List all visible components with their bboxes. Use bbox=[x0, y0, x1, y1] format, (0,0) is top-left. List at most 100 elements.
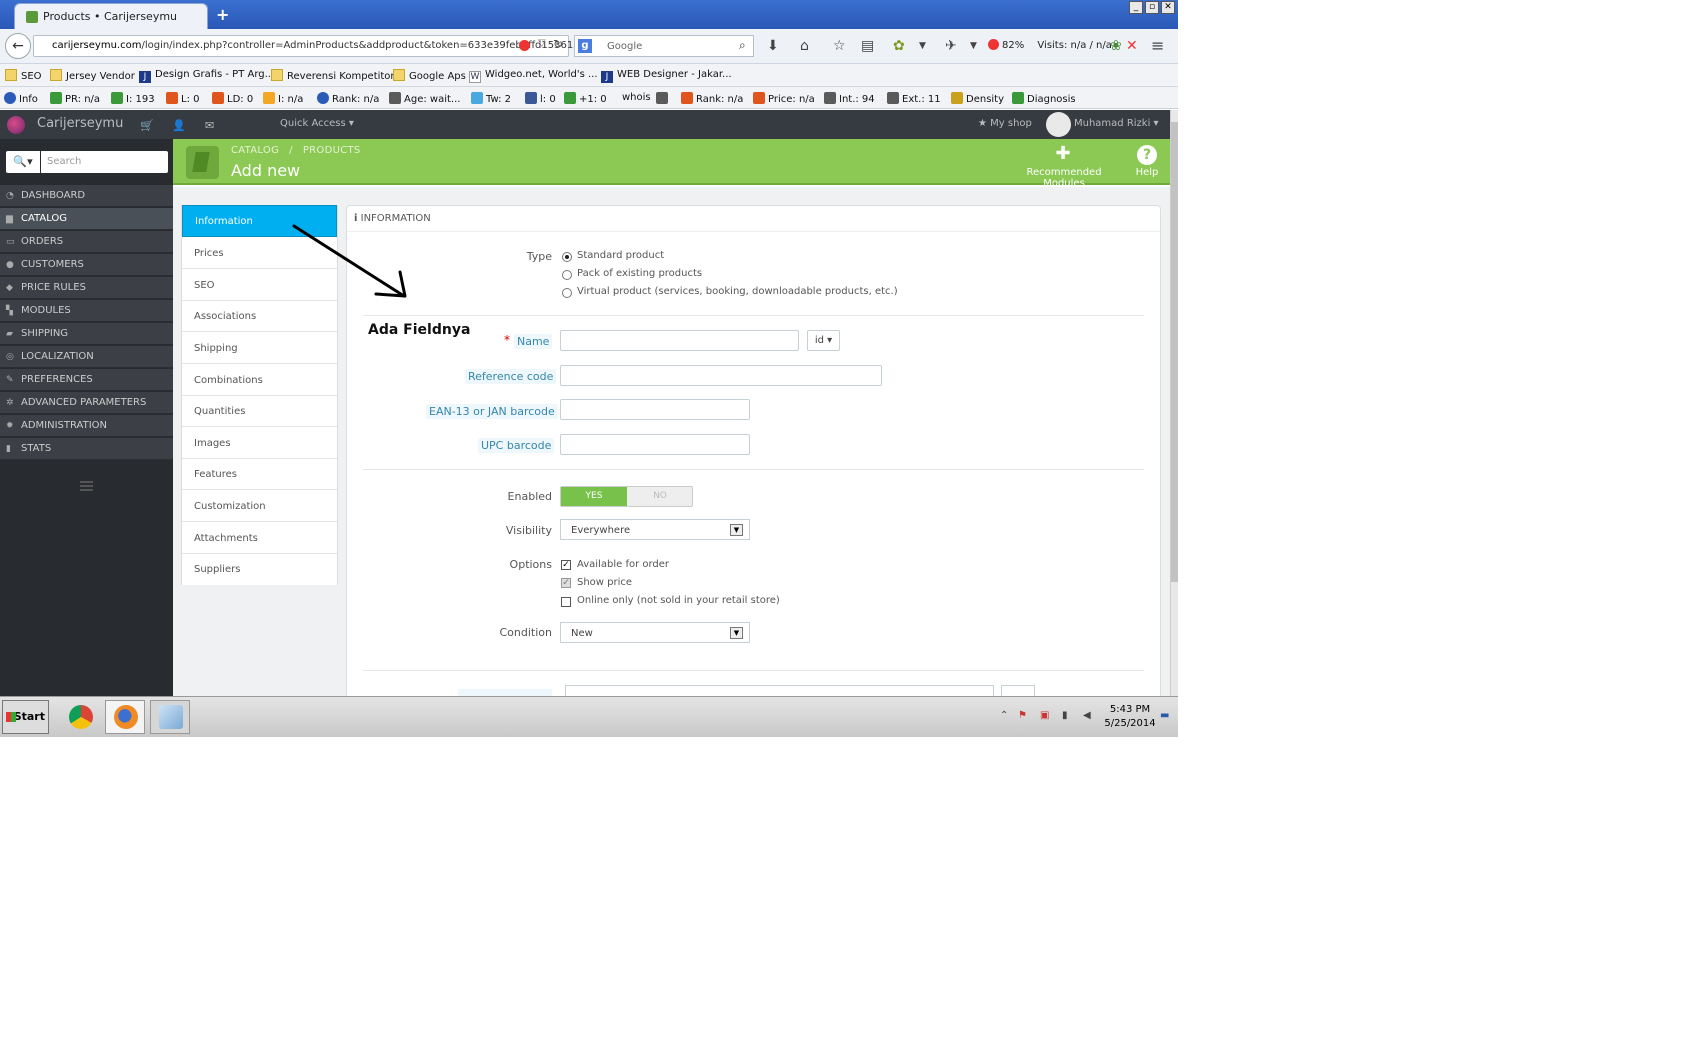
condition-select[interactable]: New ▼ bbox=[560, 622, 750, 643]
sidebar-item-catalog[interactable]: ▆ CATALOG bbox=[0, 208, 173, 230]
language-dropdown[interactable] bbox=[1001, 685, 1035, 696]
start-button[interactable]: Start bbox=[2, 700, 49, 734]
security-icon[interactable]: ▣ bbox=[1040, 710, 1052, 722]
breadcrumb-products[interactable]: PRODUCTS bbox=[303, 145, 361, 156]
radio-standard-product[interactable] bbox=[562, 252, 572, 262]
enabled-no[interactable]: NO bbox=[627, 487, 693, 506]
my-shop-link[interactable]: ★ My shop bbox=[978, 118, 1032, 129]
addon-gear-icon[interactable]: ✿ bbox=[893, 38, 905, 54]
tab-features[interactable]: Features bbox=[182, 459, 337, 490]
browser-tab[interactable]: Products • Carijerseymu bbox=[14, 3, 208, 29]
sidebar-item-customers[interactable]: ● CUSTOMERS bbox=[0, 254, 173, 276]
seo-item[interactable]: PR: n/a bbox=[50, 92, 100, 105]
reference-code-input[interactable] bbox=[560, 365, 882, 386]
addon-leaf-icon[interactable]: ❀ bbox=[1110, 38, 1122, 54]
seo-item[interactable]: Diagnosis bbox=[1012, 92, 1076, 105]
tab-combinations[interactable]: Combinations bbox=[182, 365, 337, 396]
bookmark-item[interactable]: W Widgeo.net, World's ... bbox=[469, 69, 598, 83]
addon-bird-icon[interactable]: ✈ bbox=[945, 38, 957, 54]
reload-icon[interactable]: ↻ bbox=[553, 37, 563, 51]
sidebar-item-shipping[interactable]: ▰ SHIPPING bbox=[0, 323, 173, 345]
back-arrow-icon[interactable]: ← bbox=[5, 33, 31, 59]
enabled-yes[interactable]: YES bbox=[561, 487, 627, 506]
breadcrumb-catalog[interactable]: CATALOG bbox=[231, 145, 279, 156]
tab-quantities[interactable]: Quantities bbox=[182, 396, 337, 427]
maximize-icon[interactable]: ▫ bbox=[1145, 1, 1159, 14]
magnifier-icon[interactable]: ⌕ bbox=[739, 38, 746, 53]
taskbar-chrome[interactable] bbox=[60, 700, 100, 734]
new-tab-button[interactable]: + bbox=[216, 5, 229, 24]
seo-item[interactable]: L: 0 bbox=[166, 92, 199, 105]
available-for-order-checkbox[interactable]: ✓ bbox=[561, 560, 571, 570]
envelope-icon[interactable]: ✉ bbox=[205, 119, 214, 132]
language-dropdown[interactable]: id ▾ bbox=[807, 330, 840, 351]
bookmark-item[interactable]: Google Aps bbox=[393, 69, 466, 82]
seo-item[interactable]: Age: wait... bbox=[389, 92, 460, 105]
search-type-dropdown[interactable]: 🔍▾ bbox=[6, 151, 40, 173]
bookmark-item[interactable]: J WEB Designer - Jakar... bbox=[601, 69, 732, 83]
web-search-box[interactable]: g Google ⌕ bbox=[574, 35, 754, 57]
tab-attachments[interactable]: Attachments bbox=[182, 523, 337, 554]
bookmark-item[interactable]: J Design Grafis - PT Arg... bbox=[139, 69, 274, 83]
sidebar-item-localization[interactable]: ◎ LOCALIZATION bbox=[0, 346, 173, 368]
sidebar-item-dashboard[interactable]: ◔ DASHBOARD bbox=[0, 185, 173, 207]
sidebar-item-stats[interactable]: ▮ STATS bbox=[0, 438, 173, 460]
bookmark-item[interactable]: Reverensi Kompetitor bbox=[271, 69, 395, 82]
search-input[interactable]: Search bbox=[41, 151, 168, 173]
download-icon[interactable]: ⬇ bbox=[767, 38, 779, 54]
tab-images[interactable]: Images bbox=[182, 428, 337, 459]
radio-virtual-product[interactable] bbox=[562, 288, 572, 298]
stop-icon[interactable] bbox=[519, 40, 530, 51]
minimize-icon[interactable]: _ bbox=[1129, 1, 1143, 14]
quick-access-dropdown[interactable]: Quick Access ▾ bbox=[280, 118, 354, 129]
ean-input[interactable] bbox=[560, 399, 750, 420]
scrollbar-thumb[interactable] bbox=[1171, 122, 1178, 582]
tab-customization[interactable]: Customization bbox=[182, 491, 337, 522]
online-only-checkbox[interactable] bbox=[561, 597, 571, 607]
tab-suppliers[interactable]: Suppliers bbox=[182, 554, 337, 585]
visibility-select[interactable]: Everywhere ▼ bbox=[560, 519, 750, 540]
sidebar-item-advanced-parameters[interactable]: ✲ ADVANCED PARAMETERS bbox=[0, 392, 173, 414]
upc-input[interactable] bbox=[560, 434, 750, 455]
seo-item[interactable]: LD: 0 bbox=[212, 92, 253, 105]
seo-item[interactable]: whois bbox=[622, 92, 651, 103]
seo-item[interactable]: Density bbox=[951, 92, 1004, 105]
sidebar-item-orders[interactable]: ▭ ORDERS bbox=[0, 231, 173, 253]
customer-icon[interactable]: 👤 bbox=[172, 119, 186, 132]
short-description-input[interactable] bbox=[565, 685, 994, 696]
bookmark-item[interactable]: SEO bbox=[5, 69, 42, 82]
taskbar-app[interactable] bbox=[150, 700, 190, 734]
taskbar-firefox[interactable] bbox=[105, 700, 145, 734]
seo-item[interactable]: I: n/a bbox=[263, 92, 303, 105]
tab-shipping[interactable]: Shipping bbox=[182, 333, 337, 364]
sidebar-item-modules[interactable]: ▚ MODULES bbox=[0, 300, 173, 322]
seo-item[interactable]: l: 0 bbox=[525, 92, 556, 105]
seo-item[interactable]: Price: n/a bbox=[753, 92, 815, 105]
home-icon[interactable]: ⌂ bbox=[800, 38, 809, 54]
system-clock[interactable]: 5:43 PM 5/25/2014 bbox=[1100, 703, 1160, 731]
addon-dropdown-icon[interactable]: ▼ bbox=[970, 41, 977, 51]
volume-icon[interactable]: ◀ bbox=[1083, 710, 1095, 722]
network-icon[interactable]: ▮ bbox=[1062, 710, 1074, 722]
shop-name[interactable]: Carijerseymu bbox=[37, 116, 123, 131]
addon-dropdown-icon[interactable]: ▼ bbox=[919, 41, 926, 51]
seo-item[interactable]: Tw: 2 bbox=[471, 92, 511, 105]
avatar[interactable] bbox=[1046, 112, 1071, 137]
prestashop-logo-icon[interactable] bbox=[7, 116, 25, 134]
bookmarks-list-icon[interactable]: ▤ bbox=[861, 38, 874, 54]
show-hidden-icons-icon[interactable]: ⌃ bbox=[1000, 710, 1012, 722]
sidebar-item-price-rules[interactable]: ◆ PRICE RULES bbox=[0, 277, 173, 299]
bookmark-item[interactable]: Jersey Vendor bbox=[50, 69, 135, 82]
help-button[interactable]: ? Help bbox=[1133, 144, 1161, 180]
show-desktop-icon[interactable]: ▬ bbox=[1160, 710, 1172, 722]
bookmark-star-icon[interactable]: ☆ bbox=[833, 38, 846, 54]
cart-icon[interactable]: 🛒 bbox=[140, 119, 154, 132]
seo-item[interactable] bbox=[656, 92, 671, 105]
seo-item[interactable]: Ext.: 11 bbox=[887, 92, 941, 105]
sidebar-collapse-icon[interactable] bbox=[80, 481, 93, 491]
seo-item[interactable]: Rank: n/a bbox=[317, 92, 379, 105]
user-menu[interactable]: Muhamad Rizki ▾ bbox=[1074, 118, 1159, 129]
flag-icon[interactable]: ⚑ bbox=[1018, 710, 1030, 722]
seo-item[interactable]: +1: 0 bbox=[564, 92, 607, 105]
seo-item[interactable]: Info bbox=[4, 92, 38, 105]
